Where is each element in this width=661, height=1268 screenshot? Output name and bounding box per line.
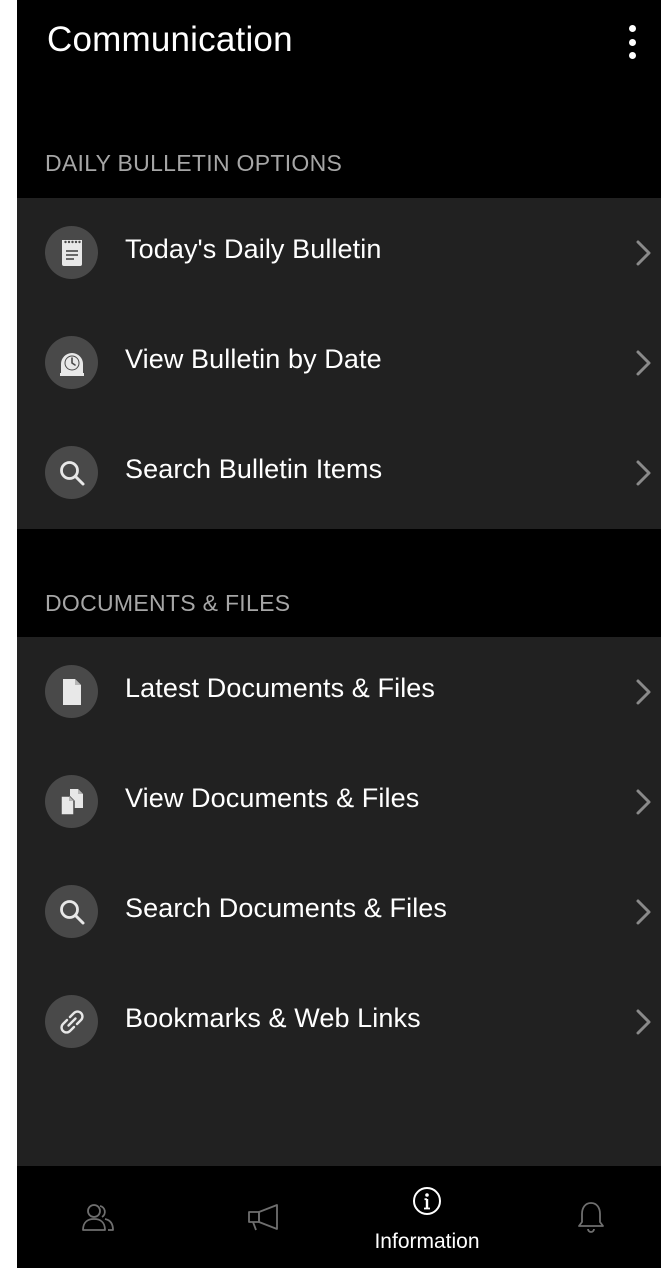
menu-item-latest-documents[interactable]: Latest Documents & Files — [17, 637, 661, 747]
more-vertical-icon[interactable] — [617, 22, 647, 62]
menu-item-todays-bulletin[interactable]: Today's Daily Bulletin — [17, 198, 661, 308]
section-label-daily-bulletin: DAILY BULLETIN OPTIONS — [45, 150, 343, 176]
menu-item-view-documents[interactable]: View Documents & Files — [17, 747, 661, 857]
info-icon — [413, 1187, 441, 1215]
menu-item-label: Latest Documents & Files — [125, 673, 436, 703]
chevron-right-icon — [636, 460, 651, 486]
link-icon — [45, 995, 98, 1048]
chevron-right-icon — [636, 679, 651, 705]
section-label-documents: DOCUMENTS & FILES — [45, 590, 291, 616]
app-header: Communication — [17, 0, 661, 82]
menu-item-label: View Documents & Files — [125, 783, 420, 813]
menu-item-label: Today's Daily Bulletin — [125, 234, 382, 264]
chevron-right-icon — [636, 789, 651, 815]
app-screen: Communication DAILY BULLETIN OPTIONS Tod… — [17, 0, 661, 1268]
menu-item-label: Search Bulletin Items — [125, 454, 383, 484]
chevron-right-icon — [636, 240, 651, 266]
menu-item-search-bulletin[interactable]: Search Bulletin Items — [17, 418, 661, 528]
documents-group: Latest Documents & Files View Documents … — [17, 637, 661, 1166]
notepad-icon — [45, 226, 98, 279]
megaphone-icon — [248, 1204, 278, 1231]
bell-icon — [578, 1202, 604, 1233]
chevron-right-icon — [636, 1009, 651, 1035]
menu-item-label: Bookmarks & Web Links — [125, 1003, 421, 1033]
bottom-nav: Information — [17, 1166, 661, 1268]
chevron-right-icon — [636, 899, 651, 925]
documents-icon — [45, 775, 98, 828]
nav-label-information: Information — [374, 1230, 480, 1253]
menu-item-label: Search Documents & Files — [125, 893, 448, 923]
menu-item-label: View Bulletin by Date — [125, 344, 382, 374]
document-icon — [45, 665, 98, 718]
people-icon — [82, 1204, 114, 1231]
nav-notifications[interactable] — [557, 1166, 627, 1268]
nav-people[interactable] — [57, 1166, 137, 1268]
daily-bulletin-group: Today's Daily Bulletin View Bulletin by … — [17, 198, 661, 529]
nav-announcements[interactable] — [217, 1166, 307, 1268]
menu-item-bookmarks[interactable]: Bookmarks & Web Links — [17, 967, 661, 1077]
clock-icon — [45, 336, 98, 389]
menu-item-view-by-date[interactable]: View Bulletin by Date — [17, 308, 661, 418]
page-title: Communication — [47, 20, 293, 59]
search-icon — [45, 885, 98, 938]
search-icon — [45, 446, 98, 499]
chevron-right-icon — [636, 350, 651, 376]
nav-information[interactable]: Information — [362, 1166, 492, 1268]
menu-item-search-documents[interactable]: Search Documents & Files — [17, 857, 661, 967]
